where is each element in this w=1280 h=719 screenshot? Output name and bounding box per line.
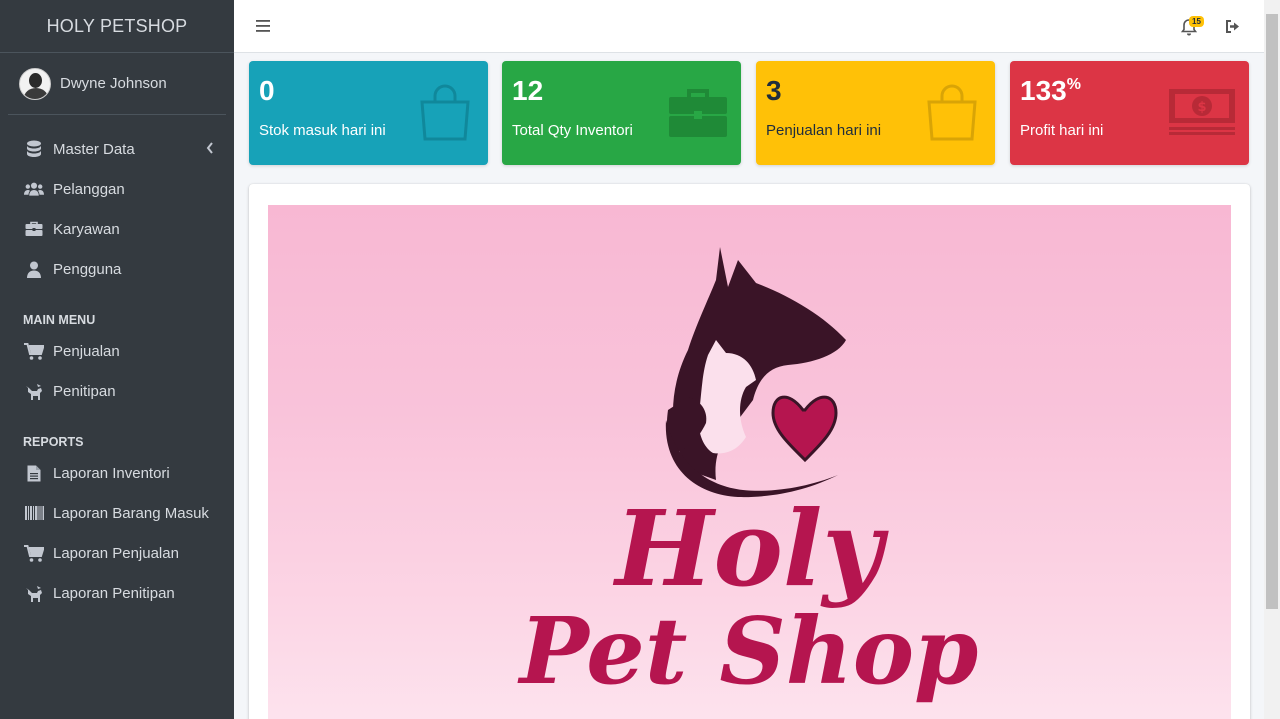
shopping-bag-icon bbox=[927, 84, 977, 141]
sidebar-nav: Master Data Pelanggan Karyawan Pengguna … bbox=[0, 129, 234, 613]
brand-link[interactable]: HOLY PETSHOP bbox=[0, 0, 234, 53]
avatar bbox=[19, 67, 51, 100]
logo-text-holy: Holy bbox=[612, 487, 889, 610]
svg-text:$: $ bbox=[1197, 100, 1206, 115]
sidebar-item-label: Laporan Barang Masuk bbox=[53, 504, 209, 522]
sidebar: HOLY PETSHOP Dwyne Johnson Master Data P… bbox=[0, 0, 234, 719]
briefcase-icon bbox=[669, 89, 727, 137]
chevron-left-icon bbox=[206, 142, 213, 154]
sidebar-item-laporan-penitipan[interactable]: Laporan Penitipan bbox=[0, 573, 234, 613]
sidebar-item-label: Penitipan bbox=[53, 382, 116, 400]
notification-badge: 15 bbox=[1189, 16, 1204, 27]
dog-icon bbox=[24, 382, 44, 400]
content-card: Holy Pet Shop bbox=[249, 184, 1250, 719]
sidebar-item-penjualan[interactable]: Penjualan bbox=[0, 331, 234, 371]
cart-icon bbox=[24, 342, 44, 360]
stat-value: 12 bbox=[512, 75, 544, 106]
barcode-icon bbox=[24, 504, 44, 522]
stat-label: Stok masuk hari ini bbox=[259, 122, 386, 139]
sidebar-item-label: Pelanggan bbox=[53, 180, 125, 198]
scrollbar-thumb[interactable] bbox=[1266, 14, 1278, 609]
sidebar-item-karyawan[interactable]: Karyawan bbox=[0, 209, 234, 249]
sidebar-item-pengguna[interactable]: Pengguna bbox=[0, 249, 234, 289]
top-navbar: 15 bbox=[234, 0, 1264, 53]
hamburger-menu-icon[interactable] bbox=[256, 19, 270, 33]
stat-box-penjualan: 3 Penjualan hari ini bbox=[756, 61, 995, 165]
file-icon bbox=[24, 464, 44, 482]
sidebar-item-label: Master Data bbox=[53, 140, 135, 158]
sidebar-item-master-data[interactable]: Master Data bbox=[0, 129, 234, 169]
stat-box-profit: 133% Profit hari ini $ bbox=[1010, 61, 1249, 165]
sidebar-item-laporan-inventori[interactable]: Laporan Inventori bbox=[0, 453, 234, 493]
stat-box-total-qty: 12 Total Qty Inventori bbox=[502, 61, 741, 165]
user-panel[interactable]: Dwyne Johnson bbox=[8, 53, 226, 115]
money-bill-icon: $ bbox=[1169, 89, 1235, 135]
sidebar-item-laporan-barang-masuk[interactable]: Laporan Barang Masuk bbox=[0, 493, 234, 533]
sidebar-item-penitipan[interactable]: Penitipan bbox=[0, 371, 234, 411]
stat-value: 3 bbox=[766, 75, 782, 106]
user-icon bbox=[24, 260, 44, 278]
stat-value: 133% bbox=[1020, 75, 1081, 107]
dog-icon bbox=[24, 584, 44, 602]
sidebar-item-label: Pengguna bbox=[53, 260, 122, 278]
brand-text: HOLY PETSHOP bbox=[46, 15, 188, 36]
stat-value: 0 bbox=[259, 75, 275, 106]
holy-petshop-logo: Holy Pet Shop bbox=[517, 247, 979, 705]
heart-shape bbox=[771, 395, 838, 463]
stat-box-stok-masuk: 0 Stok masuk hari ini bbox=[249, 61, 488, 165]
page-scrollbar[interactable] bbox=[1264, 0, 1280, 719]
sidebar-item-label: Penjualan bbox=[53, 342, 120, 360]
sidebar-item-pelanggan[interactable]: Pelanggan bbox=[0, 169, 234, 209]
nav-header-reports: REPORTS bbox=[23, 435, 84, 449]
user-name: Dwyne Johnson bbox=[60, 75, 167, 92]
stat-label: Total Qty Inventori bbox=[512, 122, 633, 139]
sidebar-item-label: Laporan Penjualan bbox=[53, 544, 179, 562]
database-icon bbox=[24, 140, 44, 158]
nav-header-main-menu: MAIN MENU bbox=[23, 313, 96, 327]
logout-icon[interactable] bbox=[1225, 19, 1240, 34]
sidebar-item-laporan-penjualan[interactable]: Laporan Penjualan bbox=[0, 533, 234, 573]
stat-label: Profit hari ini bbox=[1020, 122, 1104, 139]
cart-icon bbox=[24, 544, 44, 562]
users-icon bbox=[24, 180, 44, 198]
shop-banner: Holy Pet Shop bbox=[268, 205, 1231, 719]
sidebar-item-label: Laporan Penitipan bbox=[53, 584, 175, 602]
stat-label: Penjualan hari ini bbox=[766, 122, 882, 139]
shopping-bag-icon bbox=[420, 84, 470, 141]
stat-value-number: 133 bbox=[1020, 75, 1067, 106]
logo-text-petshop: Pet Shop bbox=[517, 597, 979, 705]
sidebar-item-label: Karyawan bbox=[53, 220, 120, 238]
stat-value-unit: % bbox=[1066, 76, 1081, 93]
briefcase-icon bbox=[24, 220, 44, 238]
sidebar-item-label: Laporan Inventori bbox=[53, 464, 170, 482]
